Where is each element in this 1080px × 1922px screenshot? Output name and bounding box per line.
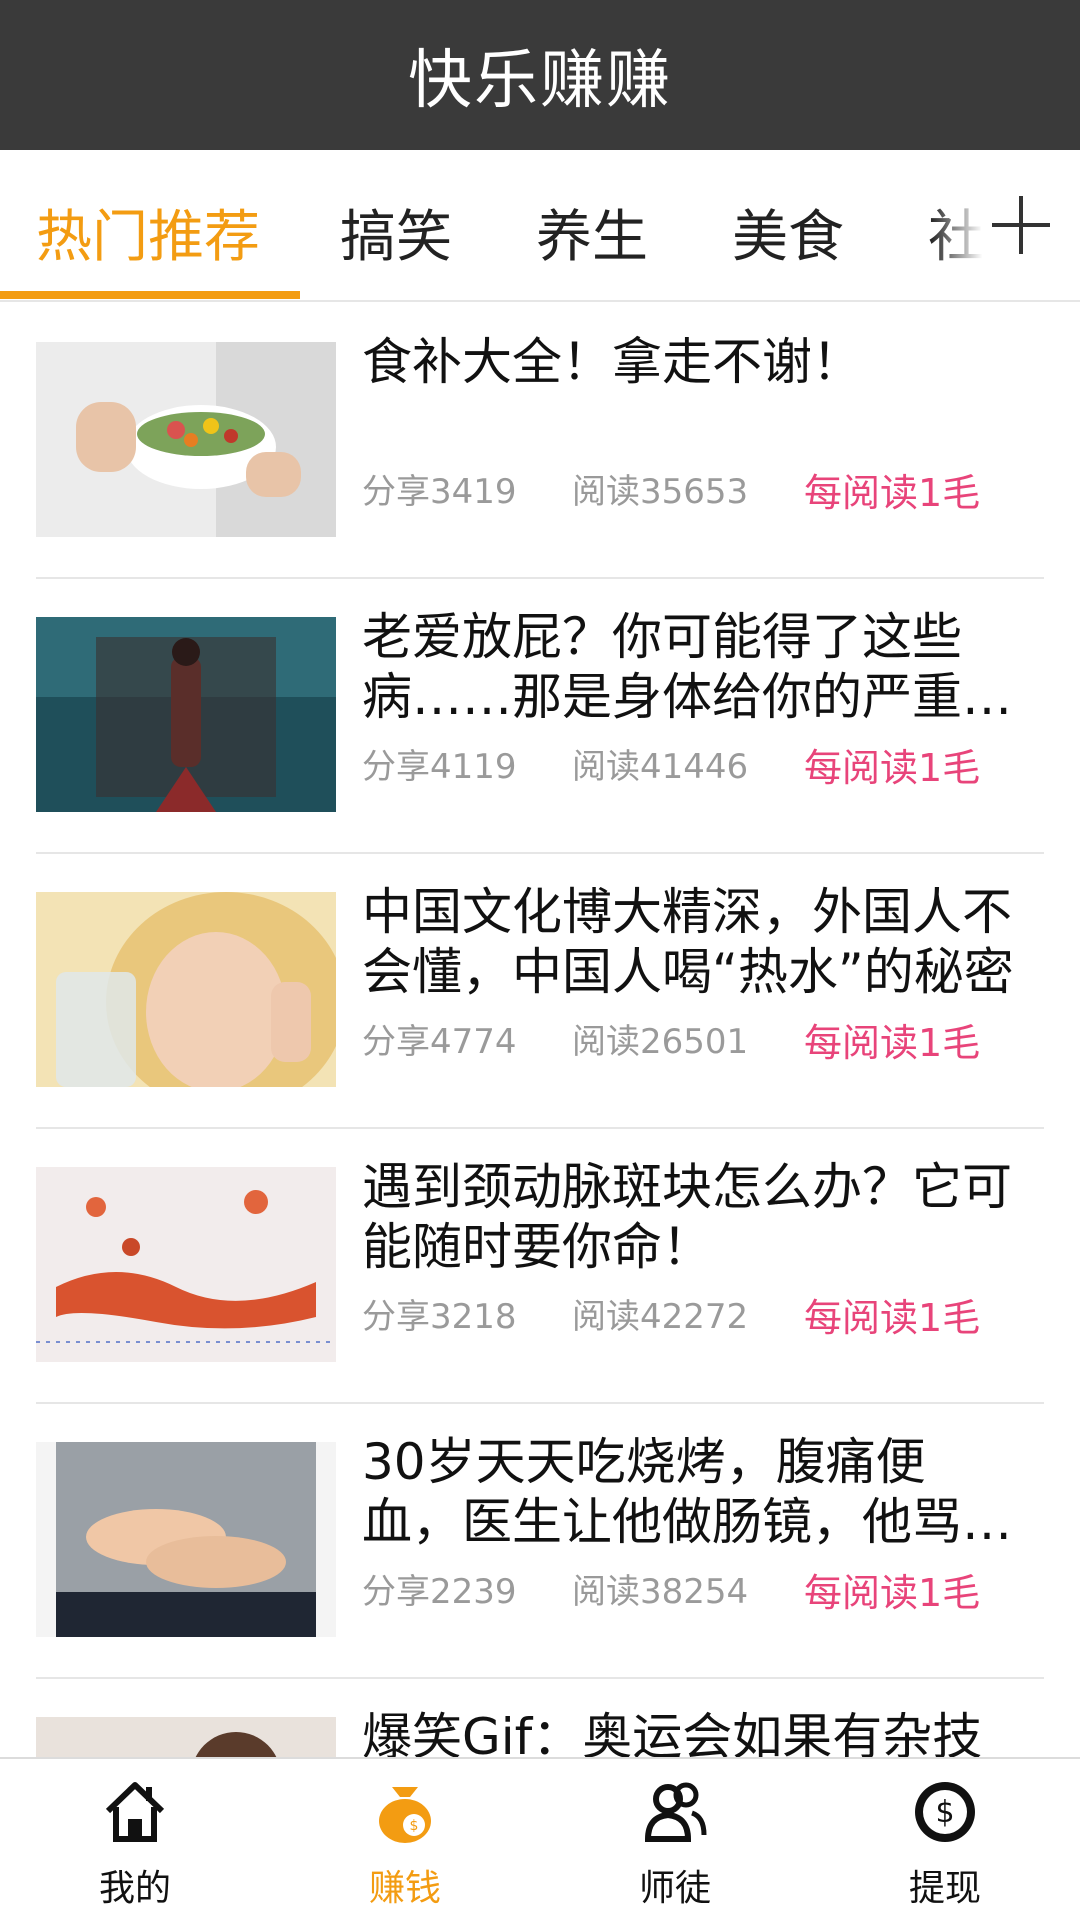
tab-hot[interactable]: 热门推荐 [36, 192, 260, 273]
add-category-icon[interactable] [986, 190, 1056, 260]
tab-funny[interactable]: 搞笑 [340, 192, 452, 273]
article-item[interactable]: 食补大全！拿走不谢！ 分享3419 阅读35653 每阅读1毛 [36, 302, 1044, 579]
share-count: 分享3419 [362, 472, 517, 512]
nav-withdraw[interactable]: $ 提现 [810, 1759, 1080, 1922]
app-header: 快乐赚赚 [0, 0, 1080, 150]
article-item[interactable]: 爆笑Gif：奥运会如果有杂技 [36, 1677, 1044, 1757]
money-bag-icon: $ [379, 1787, 431, 1843]
article-item[interactable]: 中国文化博大精深，外国人不会懂，中国人喝“热水”的秘密 分享4774 阅读265… [36, 852, 1044, 1129]
nav-mine-label: 我的 [98, 1868, 171, 1909]
article-feed[interactable]: 食补大全！拿走不谢！ 分享3419 阅读35653 每阅读1毛 老爱放屁？你可能… [0, 302, 1080, 1757]
reward-label: 每阅读1毛 [804, 746, 981, 790]
reward-label: 每阅读1毛 [804, 1571, 981, 1615]
article-thumbnail [36, 1717, 336, 1757]
bottom-navigation: 我的 $ 赚钱 师徒 $ 提现 [0, 1757, 1080, 1922]
read-count: 阅读38254 [572, 1572, 749, 1612]
reward-label: 每阅读1毛 [804, 1296, 981, 1340]
app-title: 快乐赚赚 [408, 44, 672, 118]
article-title[interactable]: 食补大全！拿走不谢！ [362, 332, 1022, 392]
share-count: 分享4774 [362, 1022, 517, 1062]
dollar-coin-icon: $ [915, 1782, 975, 1842]
share-count: 分享3218 [362, 1297, 517, 1337]
article-thumbnail [36, 1442, 336, 1637]
users-icon [644, 1782, 707, 1842]
svg-text:$: $ [935, 1795, 954, 1830]
home-icon [105, 1782, 165, 1842]
nav-withdraw-label: 提现 [908, 1868, 981, 1909]
share-count: 分享2239 [362, 1572, 517, 1612]
tab-health[interactable]: 养生 [536, 192, 648, 273]
article-thumbnail [36, 342, 336, 537]
article-title[interactable]: 老爱放屁？你可能得了这些病……那是身体给你的严重警告！ [362, 607, 1022, 727]
article-title[interactable]: 爆笑Gif：奥运会如果有杂技 [362, 1707, 1022, 1757]
read-count: 阅读35653 [572, 472, 749, 512]
article-thumbnail [36, 892, 336, 1087]
article-title[interactable]: 中国文化博大精深，外国人不会懂，中国人喝“热水”的秘密 [362, 882, 1022, 1002]
reward-label: 每阅读1毛 [804, 471, 981, 515]
read-count: 阅读26501 [572, 1022, 749, 1062]
nav-earn-label: 赚钱 [368, 1868, 441, 1909]
category-tabs: 热门推荐 搞笑 养生 美食 社 [0, 150, 1080, 302]
tab-food[interactable]: 美食 [732, 192, 844, 273]
article-thumbnail [36, 1167, 336, 1362]
article-title[interactable]: 遇到颈动脉斑块怎么办？它可能随时要你命！ [362, 1157, 1022, 1277]
nav-mentor[interactable]: 师徒 [540, 1759, 810, 1922]
read-count: 阅读42272 [572, 1297, 749, 1337]
read-count: 阅读41446 [572, 747, 749, 787]
article-item[interactable]: 老爱放屁？你可能得了这些病……那是身体给你的严重警告！ 分享4119 阅读414… [36, 577, 1044, 854]
article-item[interactable]: 遇到颈动脉斑块怎么办？它可能随时要你命！ 分享3218 阅读42272 每阅读1… [36, 1127, 1044, 1404]
share-count: 分享4119 [362, 747, 517, 787]
nav-mine[interactable]: 我的 [0, 1759, 270, 1922]
article-item[interactable]: 30岁天天吃烧烤，腹痛便血，医生让他做肠镜，他骂了一句 分享2239 阅读382… [36, 1402, 1044, 1679]
nav-earn[interactable]: $ 赚钱 [270, 1759, 540, 1922]
article-title[interactable]: 30岁天天吃烧烤，腹痛便血，医生让他做肠镜，他骂了一句 [362, 1432, 1022, 1552]
nav-mentor-label: 师徒 [638, 1868, 711, 1909]
active-tab-indicator [0, 291, 300, 299]
reward-label: 每阅读1毛 [804, 1021, 981, 1065]
svg-text:$: $ [410, 1818, 419, 1834]
article-thumbnail [36, 617, 336, 812]
